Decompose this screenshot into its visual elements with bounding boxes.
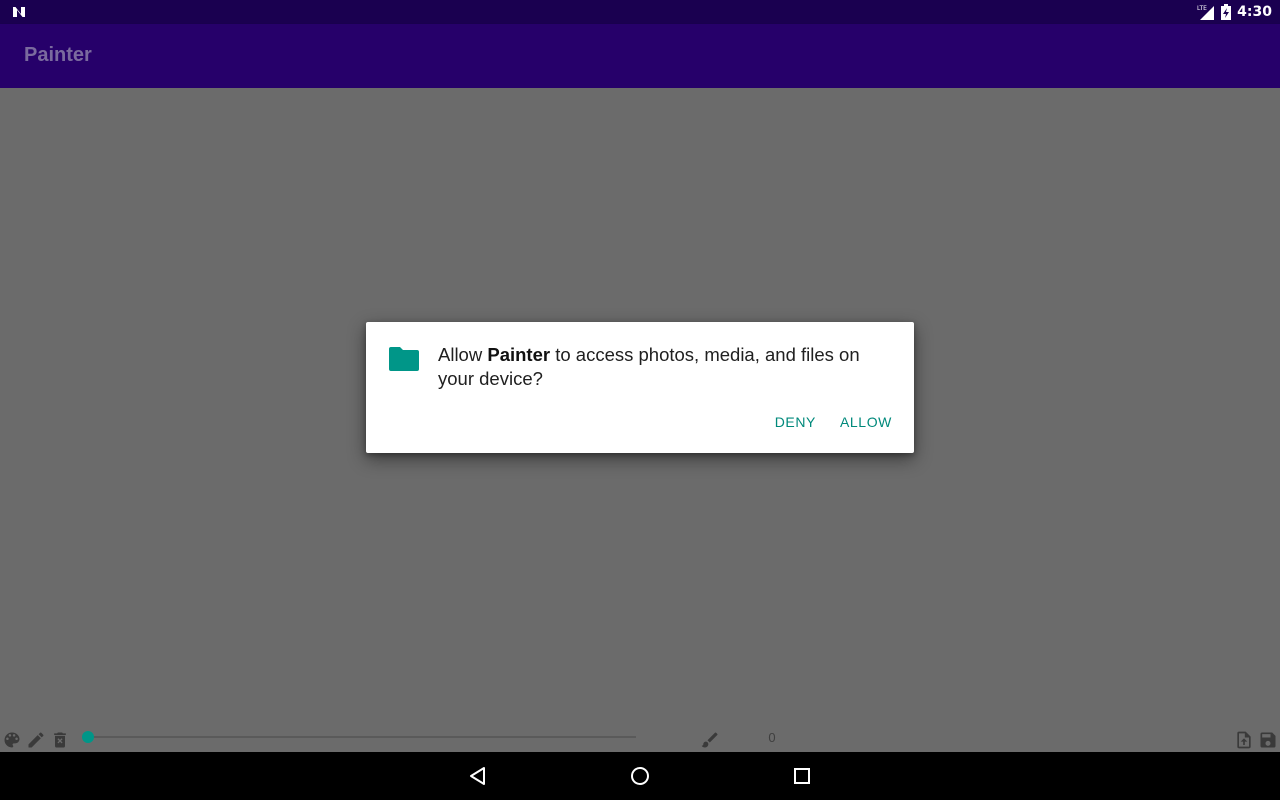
folder-icon (389, 347, 419, 371)
permission-message: Allow Painter to access photos, media, a… (438, 343, 900, 391)
app-bar: Painter (0, 24, 1280, 88)
app-title: Painter (24, 44, 92, 66)
message-app-name: Painter (487, 344, 551, 365)
status-icons: LTE 4:30 (1197, 0, 1272, 24)
palette-icon[interactable] (2, 730, 22, 750)
brush-size-slider-thumb[interactable] (82, 731, 94, 743)
signal-icon: LTE (1197, 5, 1215, 20)
deny-button[interactable]: DENY (775, 414, 816, 430)
battery-icon (1221, 4, 1232, 20)
dialog-actions: DENY ALLOW (775, 414, 892, 430)
brush-icon (701, 732, 718, 748)
status-time: 4:30 (1237, 4, 1272, 20)
brush-size-slider-track[interactable] (88, 736, 636, 738)
brush-size-value: 0 (768, 730, 776, 745)
status-bar: LTE 4:30 (0, 0, 1280, 24)
network-label: LTE (1197, 5, 1207, 12)
back-icon[interactable] (466, 764, 490, 788)
home-icon[interactable] (628, 764, 652, 788)
pencil-icon[interactable] (26, 730, 46, 750)
navigation-bar (0, 752, 1280, 800)
permission-dialog: Allow Painter to access photos, media, a… (366, 322, 914, 453)
message-prefix: Allow (438, 344, 488, 365)
notification-n-icon (13, 7, 25, 17)
file-upload-icon[interactable] (1234, 730, 1254, 750)
recents-icon[interactable] (790, 764, 814, 788)
save-icon[interactable] (1258, 730, 1278, 750)
trash-icon[interactable] (50, 730, 70, 750)
allow-button[interactable]: ALLOW (840, 414, 892, 430)
bottom-toolbar (0, 724, 1280, 752)
